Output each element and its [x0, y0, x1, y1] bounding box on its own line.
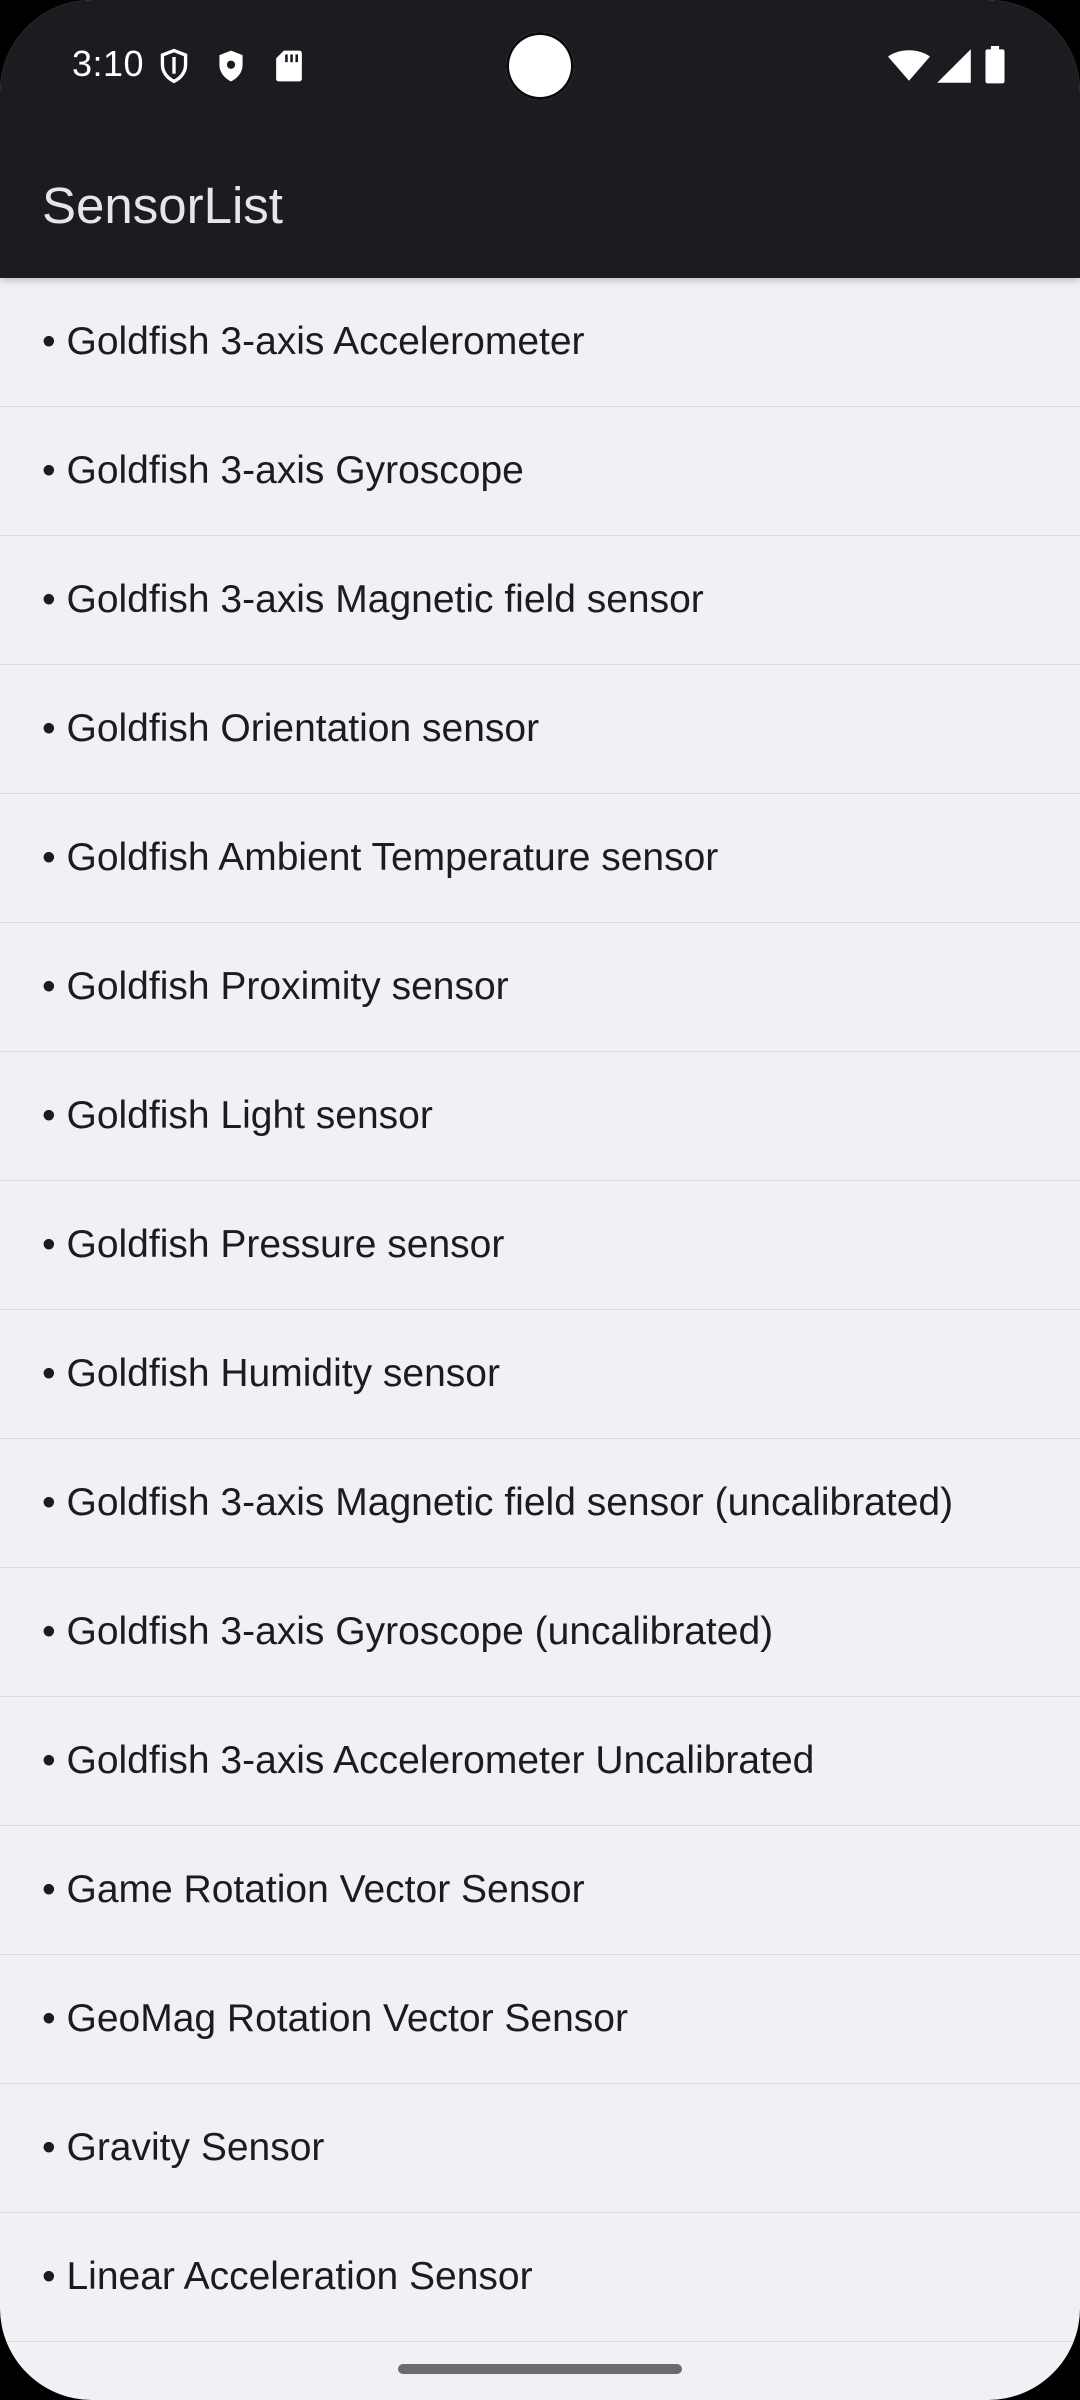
- list-item[interactable]: • Goldfish 3-axis Gyroscope: [0, 407, 1080, 536]
- app-bar: SensorList: [0, 132, 1080, 278]
- battery-icon: [985, 46, 1005, 84]
- list-item[interactable]: • Linear Acceleration Sensor: [0, 2213, 1080, 2342]
- device-screen: 3:10 SensorList • Goldfish 3-axis Accele…: [0, 0, 1080, 2400]
- list-item[interactable]: • Goldfish Humidity sensor: [0, 1310, 1080, 1439]
- list-item[interactable]: • Goldfish Ambient Temperature sensor: [0, 794, 1080, 923]
- shield-outline-icon: [160, 48, 188, 84]
- cell-signal-icon: [937, 49, 971, 83]
- list-item[interactable]: • Goldfish Pressure sensor: [0, 1181, 1080, 1310]
- list-item[interactable]: • Goldfish 3-axis Magnetic field sensor: [0, 536, 1080, 665]
- sensor-list: • Goldfish 3-axis Accelerometer • Goldfis…: [0, 278, 1080, 2342]
- sd-card-icon: [276, 50, 302, 82]
- list-item[interactable]: • Goldfish Proximity sensor: [0, 923, 1080, 1052]
- list-item[interactable]: • Goldfish 3-axis Accelerometer Uncalibr…: [0, 1697, 1080, 1826]
- front-camera: [506, 32, 574, 100]
- app-title: SensorList: [42, 177, 283, 234]
- list-item[interactable]: • Game Rotation Vector Sensor: [0, 1826, 1080, 1955]
- list-item[interactable]: • Goldfish 3-axis Accelerometer: [0, 278, 1080, 407]
- list-item[interactable]: • Goldfish 3-axis Magnetic field sensor …: [0, 1439, 1080, 1568]
- list-item[interactable]: • Gravity Sensor: [0, 2084, 1080, 2213]
- list-item[interactable]: • Goldfish Orientation sensor: [0, 665, 1080, 794]
- status-time: 3:10: [72, 43, 145, 84]
- shield-filled-icon: [219, 50, 243, 82]
- home-indicator[interactable]: [398, 2364, 682, 2374]
- wifi-icon: [888, 50, 930, 81]
- status-bar: 3:10: [0, 0, 1080, 132]
- list-item[interactable]: • Goldfish Light sensor: [0, 1052, 1080, 1181]
- list-item[interactable]: • Goldfish 3-axis Gyroscope (uncalibrate…: [0, 1568, 1080, 1697]
- list-item[interactable]: • GeoMag Rotation Vector Sensor: [0, 1955, 1080, 2084]
